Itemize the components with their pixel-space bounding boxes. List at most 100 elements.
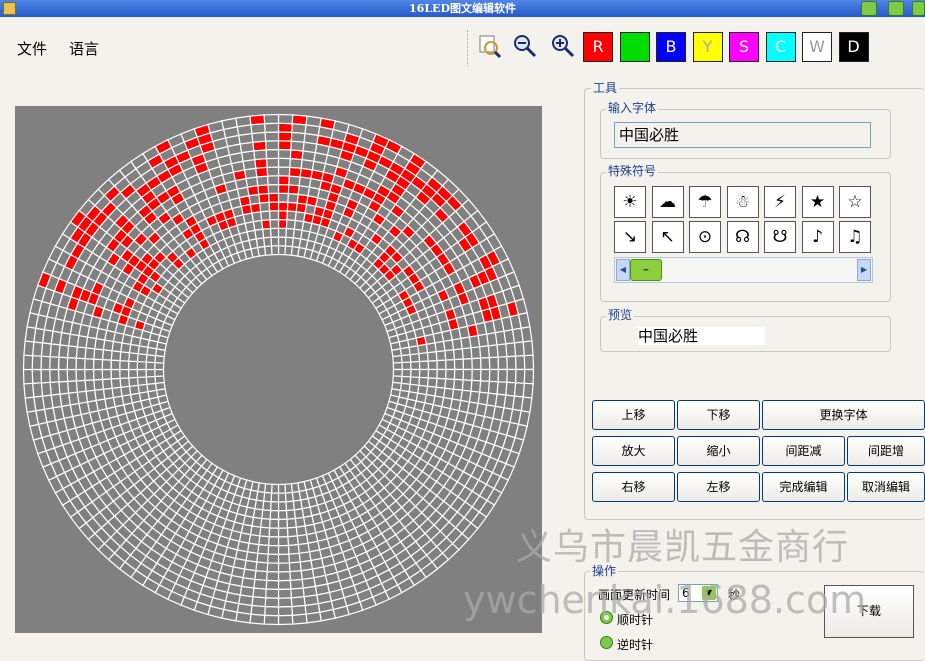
- led-cell[interactable]: [497, 368, 508, 383]
- led-cell[interactable]: [265, 579, 280, 591]
- led-cell[interactable]: [267, 536, 280, 547]
- led-cell[interactable]: [277, 501, 288, 512]
- led-cell[interactable]: [40, 368, 51, 384]
- star-filled-icon[interactable]: ★: [801, 186, 834, 218]
- led-cell[interactable]: [277, 597, 293, 608]
- led-cell[interactable]: [256, 552, 269, 564]
- led-cell[interactable]: [266, 571, 280, 582]
- cancel-edit-button[interactable]: 取消编辑: [847, 472, 925, 502]
- led-cell[interactable]: [259, 201, 271, 213]
- led-cell[interactable]: [257, 184, 270, 196]
- color-button-w[interactable]: W: [802, 32, 832, 62]
- led-cell[interactable]: [270, 236, 280, 247]
- clockwise-label[interactable]: 顺时针: [617, 611, 653, 628]
- led-cell[interactable]: [392, 368, 403, 378]
- led-cell[interactable]: [461, 347, 473, 360]
- led-cell[interactable]: [410, 360, 421, 371]
- led-cell[interactable]: [523, 368, 535, 385]
- led-cell[interactable]: [221, 117, 238, 131]
- zoom-out-button[interactable]: 缩小: [677, 436, 760, 466]
- led-cell[interactable]: [119, 359, 130, 371]
- change-font-button[interactable]: 更换字体: [762, 400, 925, 430]
- led-cell[interactable]: [263, 614, 280, 626]
- led-cell[interactable]: [258, 192, 270, 204]
- led-cell[interactable]: [410, 368, 421, 379]
- led-cell[interactable]: [471, 357, 482, 371]
- led-cell[interactable]: [128, 376, 139, 387]
- led-cell[interactable]: [286, 201, 298, 213]
- led-cell[interactable]: [392, 361, 403, 371]
- led-cell[interactable]: [284, 491, 295, 503]
- close-button[interactable]: [912, 1, 925, 16]
- led-cell[interactable]: [249, 613, 266, 625]
- scroll-thumb[interactable]: –: [630, 259, 662, 281]
- led-cell[interactable]: [285, 500, 295, 512]
- led-cell[interactable]: [517, 410, 531, 427]
- counterclockwise-label[interactable]: 逆时针: [617, 636, 653, 653]
- led-cell[interactable]: [277, 245, 287, 256]
- led-cell[interactable]: [286, 517, 297, 529]
- led-cell[interactable]: [127, 360, 139, 371]
- led-cell[interactable]: [269, 509, 280, 521]
- led-cell[interactable]: [277, 536, 290, 547]
- led-cell[interactable]: [264, 131, 280, 142]
- umbrella-icon[interactable]: ☂: [689, 186, 721, 218]
- led-cell[interactable]: [288, 175, 301, 187]
- led-cell[interactable]: [93, 348, 105, 361]
- led-cell[interactable]: [257, 543, 270, 555]
- led-cell[interactable]: [401, 368, 412, 378]
- led-cell[interactable]: [452, 378, 464, 391]
- arrow-down-right-icon[interactable]: ↘: [614, 221, 646, 253]
- led-cell[interactable]: [256, 175, 269, 187]
- led-cell[interactable]: [435, 350, 447, 362]
- led-cell[interactable]: [258, 535, 270, 547]
- led-cell[interactable]: [480, 357, 491, 371]
- color-button-s[interactable]: S: [729, 32, 759, 62]
- led-cell[interactable]: [267, 183, 280, 195]
- led-cell[interactable]: [497, 356, 508, 371]
- led-cell[interactable]: [462, 358, 473, 371]
- led-cell[interactable]: [277, 527, 289, 538]
- symbol-scrollbar[interactable]: ◀ – ▶: [614, 257, 873, 283]
- led-cell[interactable]: [480, 368, 491, 382]
- led-cell[interactable]: [277, 606, 293, 617]
- led-cell[interactable]: [445, 358, 456, 371]
- led-cell[interactable]: [154, 361, 165, 371]
- led-cell[interactable]: [145, 368, 156, 378]
- led-cell[interactable]: [291, 114, 308, 126]
- lightning-icon[interactable]: ⚡: [764, 186, 796, 218]
- led-cell[interactable]: [49, 356, 60, 371]
- led-cell[interactable]: [523, 354, 535, 371]
- move-up-button[interactable]: 上移: [592, 400, 675, 430]
- sun-icon[interactable]: ☀: [614, 186, 646, 218]
- led-cell[interactable]: [288, 561, 302, 573]
- led-cell[interactable]: [488, 368, 500, 383]
- led-cell[interactable]: [84, 379, 96, 392]
- led-cell[interactable]: [75, 346, 87, 360]
- led-cell[interactable]: [268, 527, 280, 538]
- led-cell[interactable]: [267, 553, 280, 564]
- led-cell[interactable]: [145, 361, 156, 371]
- led-cell[interactable]: [266, 166, 280, 177]
- color-button-r[interactable]: R: [583, 32, 613, 62]
- color-button-d[interactable]: D: [838, 32, 869, 62]
- led-cell[interactable]: [267, 175, 280, 186]
- led-cell[interactable]: [277, 518, 289, 529]
- zoom-fit-icon[interactable]: [476, 33, 504, 61]
- led-cell[interactable]: [470, 346, 482, 360]
- led-cell[interactable]: [84, 358, 95, 371]
- led-cell[interactable]: [287, 184, 300, 196]
- led-cell[interactable]: [418, 360, 430, 371]
- led-cell[interactable]: [452, 348, 464, 361]
- led-cell[interactable]: [75, 368, 86, 382]
- led-cell[interactable]: [277, 201, 289, 212]
- color-button-g[interactable]: [619, 32, 650, 62]
- clockwise-radio[interactable]: [600, 611, 613, 624]
- led-cell[interactable]: [289, 570, 303, 582]
- led-cell[interactable]: [127, 368, 139, 379]
- led-cell[interactable]: [427, 368, 438, 380]
- led-cell[interactable]: [277, 183, 290, 195]
- led-cell[interactable]: [286, 526, 298, 538]
- led-cell[interactable]: [515, 368, 526, 384]
- led-cell[interactable]: [57, 368, 69, 383]
